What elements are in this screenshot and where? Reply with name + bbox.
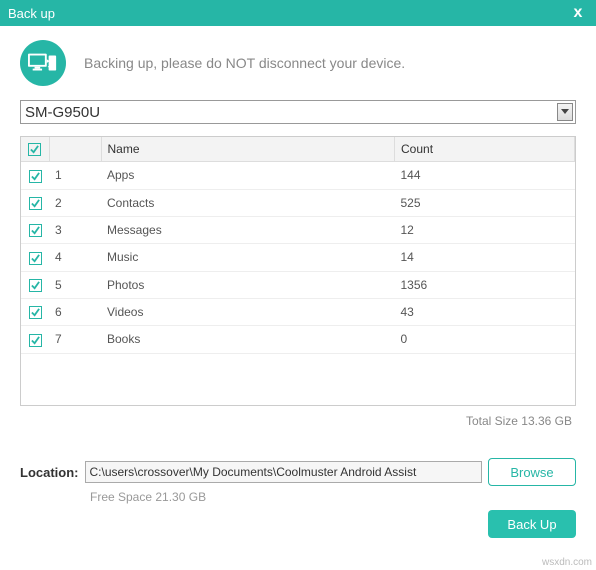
free-space: Free Space 21.30 GB <box>90 490 576 504</box>
table-row[interactable]: 1Apps144 <box>21 162 575 189</box>
watermark: wsxdn.com <box>542 557 592 568</box>
location-row: Location: C:\users\crossover\My Document… <box>20 458 576 486</box>
device-selector[interactable]: SM-G950U <box>20 100 576 124</box>
row-name: Music <box>101 244 395 271</box>
row-name: Contacts <box>101 189 395 216</box>
col-num <box>49 137 101 162</box>
row-name: Videos <box>101 298 395 325</box>
col-name: Name <box>101 137 395 162</box>
row-checkbox[interactable] <box>29 197 42 210</box>
location-path-field[interactable]: C:\users\crossover\My Documents\Coolmust… <box>85 461 483 483</box>
row-index: 4 <box>49 244 101 271</box>
row-checkbox[interactable] <box>29 306 42 319</box>
row-name: Books <box>101 326 395 353</box>
backup-table: Name Count 1Apps1442Contacts5253Messages… <box>20 136 576 406</box>
row-name: Apps <box>101 162 395 189</box>
table-row[interactable]: 6Videos43 <box>21 298 575 325</box>
device-selected-value: SM-G950U <box>25 104 100 121</box>
row-index: 7 <box>49 326 101 353</box>
row-name: Photos <box>101 271 395 298</box>
row-count: 144 <box>395 162 575 189</box>
row-checkbox[interactable] <box>29 279 42 292</box>
row-count: 43 <box>395 298 575 325</box>
row-name: Messages <box>101 216 395 243</box>
row-checkbox[interactable] <box>29 170 42 183</box>
total-size: Total Size 13.36 GB <box>0 414 572 428</box>
row-index: 2 <box>49 189 101 216</box>
table-header-row: Name Count <box>21 137 575 162</box>
row-count: 12 <box>395 216 575 243</box>
col-count: Count <box>395 137 575 162</box>
row-index: 3 <box>49 216 101 243</box>
row-count: 525 <box>395 189 575 216</box>
row-checkbox[interactable] <box>29 252 42 265</box>
table-row[interactable]: 5Photos1356 <box>21 271 575 298</box>
device-sync-icon <box>20 40 66 86</box>
row-checkbox[interactable] <box>29 334 42 347</box>
table-row[interactable]: 7Books0 <box>21 326 575 353</box>
close-icon[interactable]: x <box>568 4 588 22</box>
location-label: Location: <box>20 465 79 480</box>
window-title: Back up <box>8 6 55 21</box>
table-row[interactable]: 4Music14 <box>21 244 575 271</box>
header: Backing up, please do NOT disconnect you… <box>0 26 596 96</box>
titlebar: Back up x <box>0 0 596 26</box>
status-message: Backing up, please do NOT disconnect you… <box>84 55 405 71</box>
browse-button[interactable]: Browse <box>488 458 576 486</box>
row-index: 1 <box>49 162 101 189</box>
backup-button[interactable]: Back Up <box>488 510 576 538</box>
row-index: 5 <box>49 271 101 298</box>
row-index: 6 <box>49 298 101 325</box>
table-row[interactable]: 2Contacts525 <box>21 189 575 216</box>
row-count: 14 <box>395 244 575 271</box>
row-checkbox[interactable] <box>29 224 42 237</box>
row-count: 0 <box>395 326 575 353</box>
chevron-down-icon[interactable] <box>557 103 573 121</box>
table-row[interactable]: 3Messages12 <box>21 216 575 243</box>
select-all-checkbox[interactable] <box>28 143 41 156</box>
row-count: 1356 <box>395 271 575 298</box>
